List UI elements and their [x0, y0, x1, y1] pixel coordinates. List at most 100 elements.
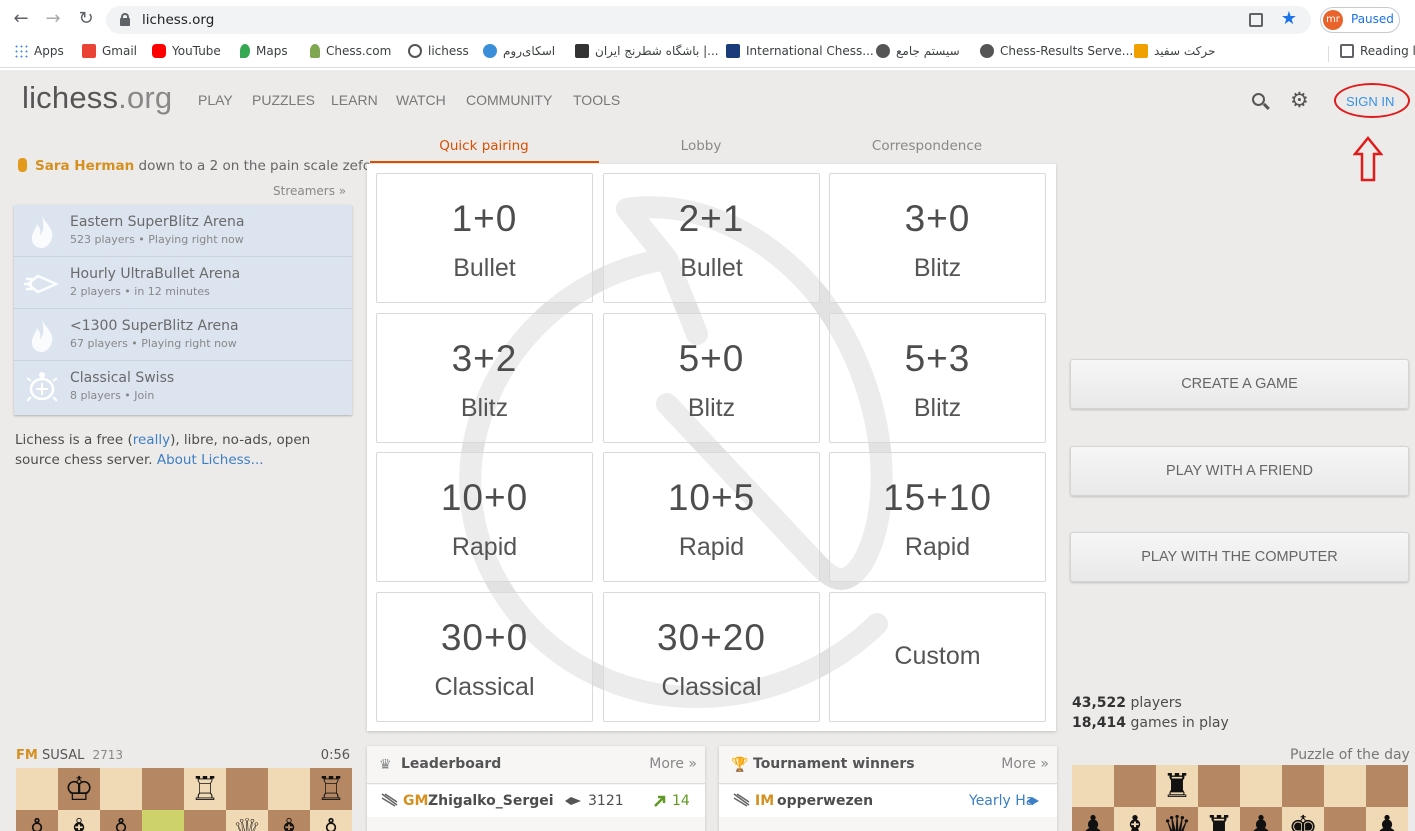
pairing-button[interactable]: 3+2 Blitz	[376, 313, 593, 443]
bookmark-chesscom[interactable]: Chess.com	[310, 44, 391, 62]
streamer-bar[interactable]: Sara Herman down to a 2 on the pain scal…	[18, 158, 383, 174]
tournament-item[interactable]: Classical Swiss 8 players • Join	[14, 361, 352, 413]
tab-lobby[interactable]: Lobby	[587, 138, 815, 154]
pairing-button[interactable]: 10+0 Rapid	[376, 452, 593, 582]
player-name[interactable]: opperwezen	[777, 793, 873, 809]
nav-tools[interactable]: TOOLS	[573, 92, 620, 108]
omnibox[interactable]: lichess.org ★	[106, 6, 1311, 34]
nav-learn[interactable]: LEARN	[331, 92, 378, 108]
bookmark-white-move[interactable]: حرکت سفید	[1134, 44, 1215, 62]
pairing-button[interactable]: 5+0 Blitz	[603, 313, 820, 443]
bookmark-star-icon[interactable]: ★	[1281, 8, 1297, 29]
profile-button[interactable]: mr Paused	[1320, 7, 1400, 33]
bookmark-international-chess[interactable]: International Chess...	[726, 44, 874, 62]
white-pawn-piece[interactable]: ♙	[16, 810, 58, 831]
search-icon[interactable]	[1252, 93, 1270, 111]
board-square[interactable]	[1366, 765, 1408, 807]
puzzle-of-the-day-label[interactable]: Puzzle of the day	[1290, 747, 1410, 763]
board-square[interactable]	[1240, 765, 1282, 807]
pairing-button[interactable]: 5+3 Blitz	[829, 313, 1046, 443]
really-link[interactable]: really	[133, 432, 170, 448]
extension-icon[interactable]	[1249, 13, 1263, 27]
tab-correspondence[interactable]: Correspondence	[813, 138, 1041, 154]
board-square[interactable]	[100, 768, 142, 810]
create-game-button[interactable]: CREATE A GAME	[1070, 359, 1409, 409]
tournament-item[interactable]: <1300 SuperBlitz Arena 67 players • Play…	[14, 309, 352, 361]
nav-puzzles[interactable]: PUZZLES	[252, 92, 315, 108]
featured-game-header[interactable]: FM SUSAL 2713 0:56	[16, 748, 352, 763]
about-lichess-link[interactable]: About Lichess...	[157, 452, 264, 468]
players-count[interactable]: 43,522 players	[1072, 694, 1229, 714]
bookmark-maps[interactable]: Maps	[240, 44, 288, 62]
streamers-link[interactable]: Streamers »	[273, 184, 346, 198]
winners-title[interactable]: Tournament winners	[753, 756, 915, 772]
board-square[interactable]	[1114, 765, 1156, 807]
tab-quick-pairing[interactable]: Quick pairing	[370, 138, 598, 154]
play-with-friend-button[interactable]: PLAY WITH A FRIEND	[1070, 446, 1409, 496]
white-bishop-piece[interactable]: ♗	[268, 810, 310, 831]
board-square[interactable]	[1282, 765, 1324, 807]
white-queen-piece[interactable]: ♕	[226, 810, 268, 831]
bookmark-lichess[interactable]: lichess	[408, 44, 469, 62]
black-bishop-piece[interactable]: ♝	[1114, 807, 1156, 831]
tournament-item[interactable]: Hourly UltraBullet Arena 2 players • in …	[14, 257, 352, 309]
black-pawn-piece[interactable]: ♟	[1366, 807, 1408, 831]
bookmark-gmail[interactable]: Gmail	[82, 44, 137, 62]
winners-more-link[interactable]: More »	[1001, 756, 1049, 772]
bookmark-chess-results[interactable]: Chess-Results Serve...	[980, 44, 1133, 62]
play-with-computer-button[interactable]: PLAY WITH THE COMPUTER	[1070, 532, 1409, 582]
board-square[interactable]	[1198, 765, 1240, 807]
custom-game-button[interactable]: Custom	[829, 592, 1046, 722]
pairing-button[interactable]: 2+1 Bullet	[603, 173, 820, 303]
board-square[interactable]	[184, 810, 226, 831]
bookmark-iran-chess-club[interactable]: باشگاه شطرنج ایران |...	[575, 44, 719, 62]
url-text[interactable]: lichess.org	[142, 12, 214, 28]
reload-icon[interactable]: ↻	[75, 8, 97, 30]
board-square[interactable]	[142, 810, 184, 831]
pairing-button[interactable]: 3+0 Blitz	[829, 173, 1046, 303]
white-pawn-piece[interactable]: ♙	[310, 810, 352, 831]
black-king-piece[interactable]: ♚	[1282, 807, 1324, 831]
board-square[interactable]	[268, 768, 310, 810]
tournament-item[interactable]: Eastern SuperBlitz Arena 523 players • P…	[14, 205, 352, 257]
bookmark-system[interactable]: سیستم جامع	[876, 44, 960, 62]
black-pawn-piece[interactable]: ♟	[1072, 807, 1114, 831]
puzzle-board[interactable]: ♜ ♟ ♝ ♛ ♜ ♟ ♚ ♟	[1072, 765, 1410, 831]
board-square[interactable]	[1072, 765, 1114, 807]
black-pawn-piece[interactable]: ♟	[1240, 807, 1282, 831]
white-pawn-piece[interactable]: ♙	[100, 810, 142, 831]
streamer-name[interactable]: Sara Herman	[35, 158, 134, 174]
board-square[interactable]	[16, 768, 58, 810]
board-square[interactable]	[1324, 765, 1366, 807]
bookmark-skyroom[interactable]: اسکای‌روم	[483, 44, 555, 62]
featured-game-board[interactable]: ♔ ♖ ♖ ♙ ♗ ♙ ♕ ♗ ♙	[16, 768, 352, 831]
leaderboard-title[interactable]: Leaderboard	[401, 756, 501, 772]
nav-watch[interactable]: WATCH	[396, 92, 446, 108]
white-rook-piece[interactable]: ♖	[310, 768, 352, 810]
reading-list[interactable]: Reading li	[1340, 44, 1415, 62]
leaderboard-row[interactable]: GM Zhigalko_Sergei 3121 14	[367, 785, 705, 817]
black-rook-piece[interactable]: ♜	[1198, 807, 1240, 831]
leaderboard-more-link[interactable]: More »	[649, 756, 697, 772]
nav-play[interactable]: PLAY	[198, 92, 233, 108]
black-queen-piece[interactable]: ♛	[1156, 807, 1198, 831]
gear-icon[interactable]: ⚙	[1290, 88, 1309, 112]
pairing-button[interactable]: 10+5 Rapid	[603, 452, 820, 582]
board-square[interactable]	[142, 768, 184, 810]
black-rook-piece[interactable]: ♜	[1156, 765, 1198, 807]
pairing-button[interactable]: 15+10 Rapid	[829, 452, 1046, 582]
games-count[interactable]: 18,414 games in play	[1072, 714, 1229, 734]
site-logo[interactable]: lichess.org	[22, 80, 172, 116]
white-rook-piece[interactable]: ♖	[184, 768, 226, 810]
bookmark-youtube[interactable]: YouTube	[152, 44, 221, 62]
bookmark-apps[interactable]: Apps	[14, 44, 64, 62]
tournament-event-link[interactable]: Yearly Ha	[969, 793, 1034, 809]
player-name[interactable]: Zhigalko_Sergei	[428, 793, 554, 809]
board-square[interactable]	[226, 768, 268, 810]
back-arrow-icon[interactable]: ←	[10, 8, 32, 30]
white-bishop-piece[interactable]: ♗	[58, 810, 100, 831]
pairing-button[interactable]: 30+0 Classical	[376, 592, 593, 722]
pairing-button[interactable]: 1+0 Bullet	[376, 173, 593, 303]
nav-community[interactable]: COMMUNITY	[466, 92, 552, 108]
white-king-piece[interactable]: ♔	[58, 768, 100, 810]
